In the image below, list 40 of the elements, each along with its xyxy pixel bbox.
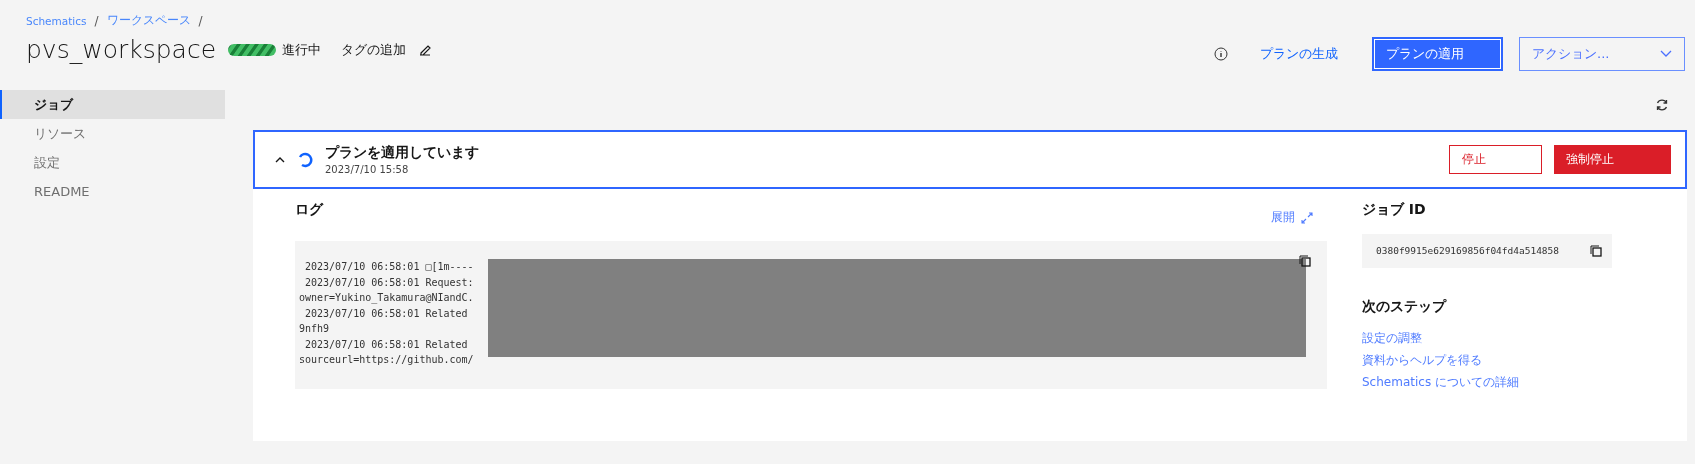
breadcrumb-link[interactable]: Schematics xyxy=(26,14,87,27)
info-icon xyxy=(1214,47,1228,61)
copy-icon xyxy=(1299,255,1311,267)
actions-dropdown[interactable]: アクション... xyxy=(1519,37,1685,71)
add-tag-link[interactable]: タグの追加 xyxy=(341,40,407,59)
apply-plan-button[interactable]: プランの適用 xyxy=(1372,37,1503,71)
log-line: 9nfh9 xyxy=(299,322,330,336)
breadcrumb-separator: / xyxy=(94,13,99,28)
next-steps-heading: 次のステップ xyxy=(1362,298,1448,316)
workspace-title: pvs_workspace xyxy=(26,35,217,64)
status-label: 進行中 xyxy=(282,40,322,59)
log-line: 2023/07/10 06:58:01 □[1m---- xyxy=(304,260,474,274)
log-line: 2023/07/10 06:58:01 Related xyxy=(304,337,468,352)
next-step-link[interactable]: Schematics についての詳細 xyxy=(1362,374,1612,391)
copy-icon xyxy=(1590,245,1602,257)
log-line: sourceurl=https://github.com/ xyxy=(299,353,474,367)
expand-icon xyxy=(1301,211,1313,224)
expand-link[interactable]: 展開 xyxy=(1271,209,1295,226)
sidebar-item[interactable]: README xyxy=(0,177,225,206)
sidebar-item[interactable]: リソース xyxy=(0,119,225,148)
force-stop-button[interactable]: 強制停止 xyxy=(1554,145,1671,174)
job-title: プランを適用しています xyxy=(325,144,479,162)
log-line: owner=Yukino_Takamura@NIandC. xyxy=(299,291,474,306)
next-step-link[interactable]: 資料からヘルプを得る xyxy=(1362,352,1612,369)
job-time: 2023/7/10 15:58 xyxy=(325,164,410,175)
chevron-down-icon xyxy=(1660,50,1672,58)
log-line: 2023/07/10 06:58:01 Related xyxy=(304,306,468,321)
refresh-icon xyxy=(1655,98,1669,112)
generate-plan-button[interactable]: プランの生成 xyxy=(1254,44,1344,64)
sidebar-item[interactable]: 設定 xyxy=(0,148,225,177)
next-step-link[interactable]: 設定の調整 xyxy=(1362,330,1612,347)
job-id-field: 0380f9915e629169856f04fd4a514858 xyxy=(1362,234,1612,268)
sidebar-item[interactable]: ジョブ xyxy=(0,90,225,119)
job-id-heading: ジョブ ID xyxy=(1362,201,1427,219)
breadcrumb-separator: / xyxy=(198,13,203,28)
log-line: 2023/07/10 06:58:01 Request: xyxy=(304,275,474,290)
log-heading: ログ xyxy=(295,201,323,219)
spinner-icon xyxy=(297,151,313,168)
stop-button[interactable]: 停止 xyxy=(1449,145,1542,174)
breadcrumb-link[interactable]: ワークスペース xyxy=(106,12,191,29)
